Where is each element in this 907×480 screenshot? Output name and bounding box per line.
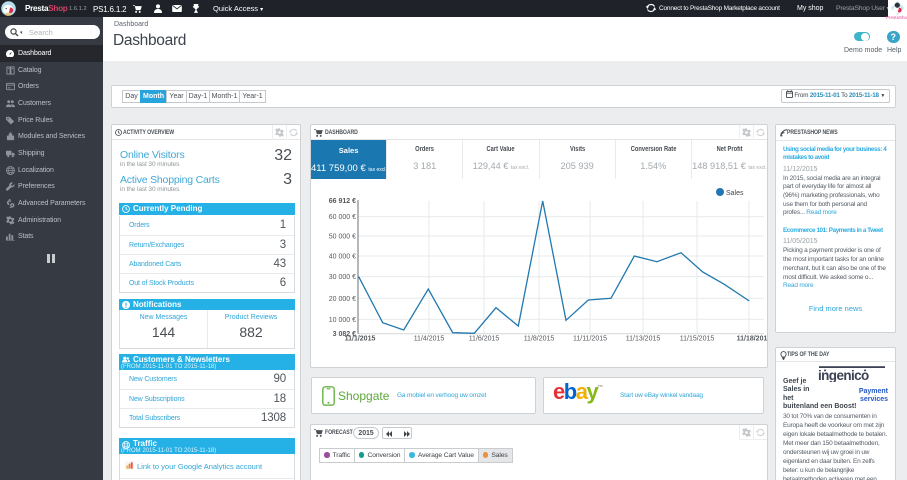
svg-text:11/13/2015: 11/13/2015 <box>626 336 661 343</box>
svg-text:11/4/2015: 11/4/2015 <box>414 336 445 343</box>
svg-text:66 912 €: 66 912 € <box>329 198 356 205</box>
svg-text:30 000 €: 30 000 € <box>329 274 356 281</box>
svg-text:20 000 €: 20 000 € <box>329 296 356 303</box>
svg-text:11/15/2015: 11/15/2015 <box>680 336 715 343</box>
svg-text:11/11/2015: 11/11/2015 <box>573 336 607 343</box>
svg-text:40 000 €: 40 000 € <box>329 254 356 261</box>
svg-text:ingenico: ingenico <box>818 368 869 382</box>
svg-text:11/8/2015: 11/8/2015 <box>524 336 555 343</box>
svg-text:10 000 €: 10 000 € <box>329 317 356 324</box>
svg-text:11/1/2015: 11/1/2015 <box>345 336 376 343</box>
svg-text:60 000 €: 60 000 € <box>329 214 356 221</box>
svg-text:50 000 €: 50 000 € <box>329 234 356 241</box>
svg-text:11/6/2015: 11/6/2015 <box>469 336 500 343</box>
svg-text:Sales: Sales <box>726 190 744 197</box>
svg-text:11/18/201: 11/18/201 <box>737 336 767 343</box>
